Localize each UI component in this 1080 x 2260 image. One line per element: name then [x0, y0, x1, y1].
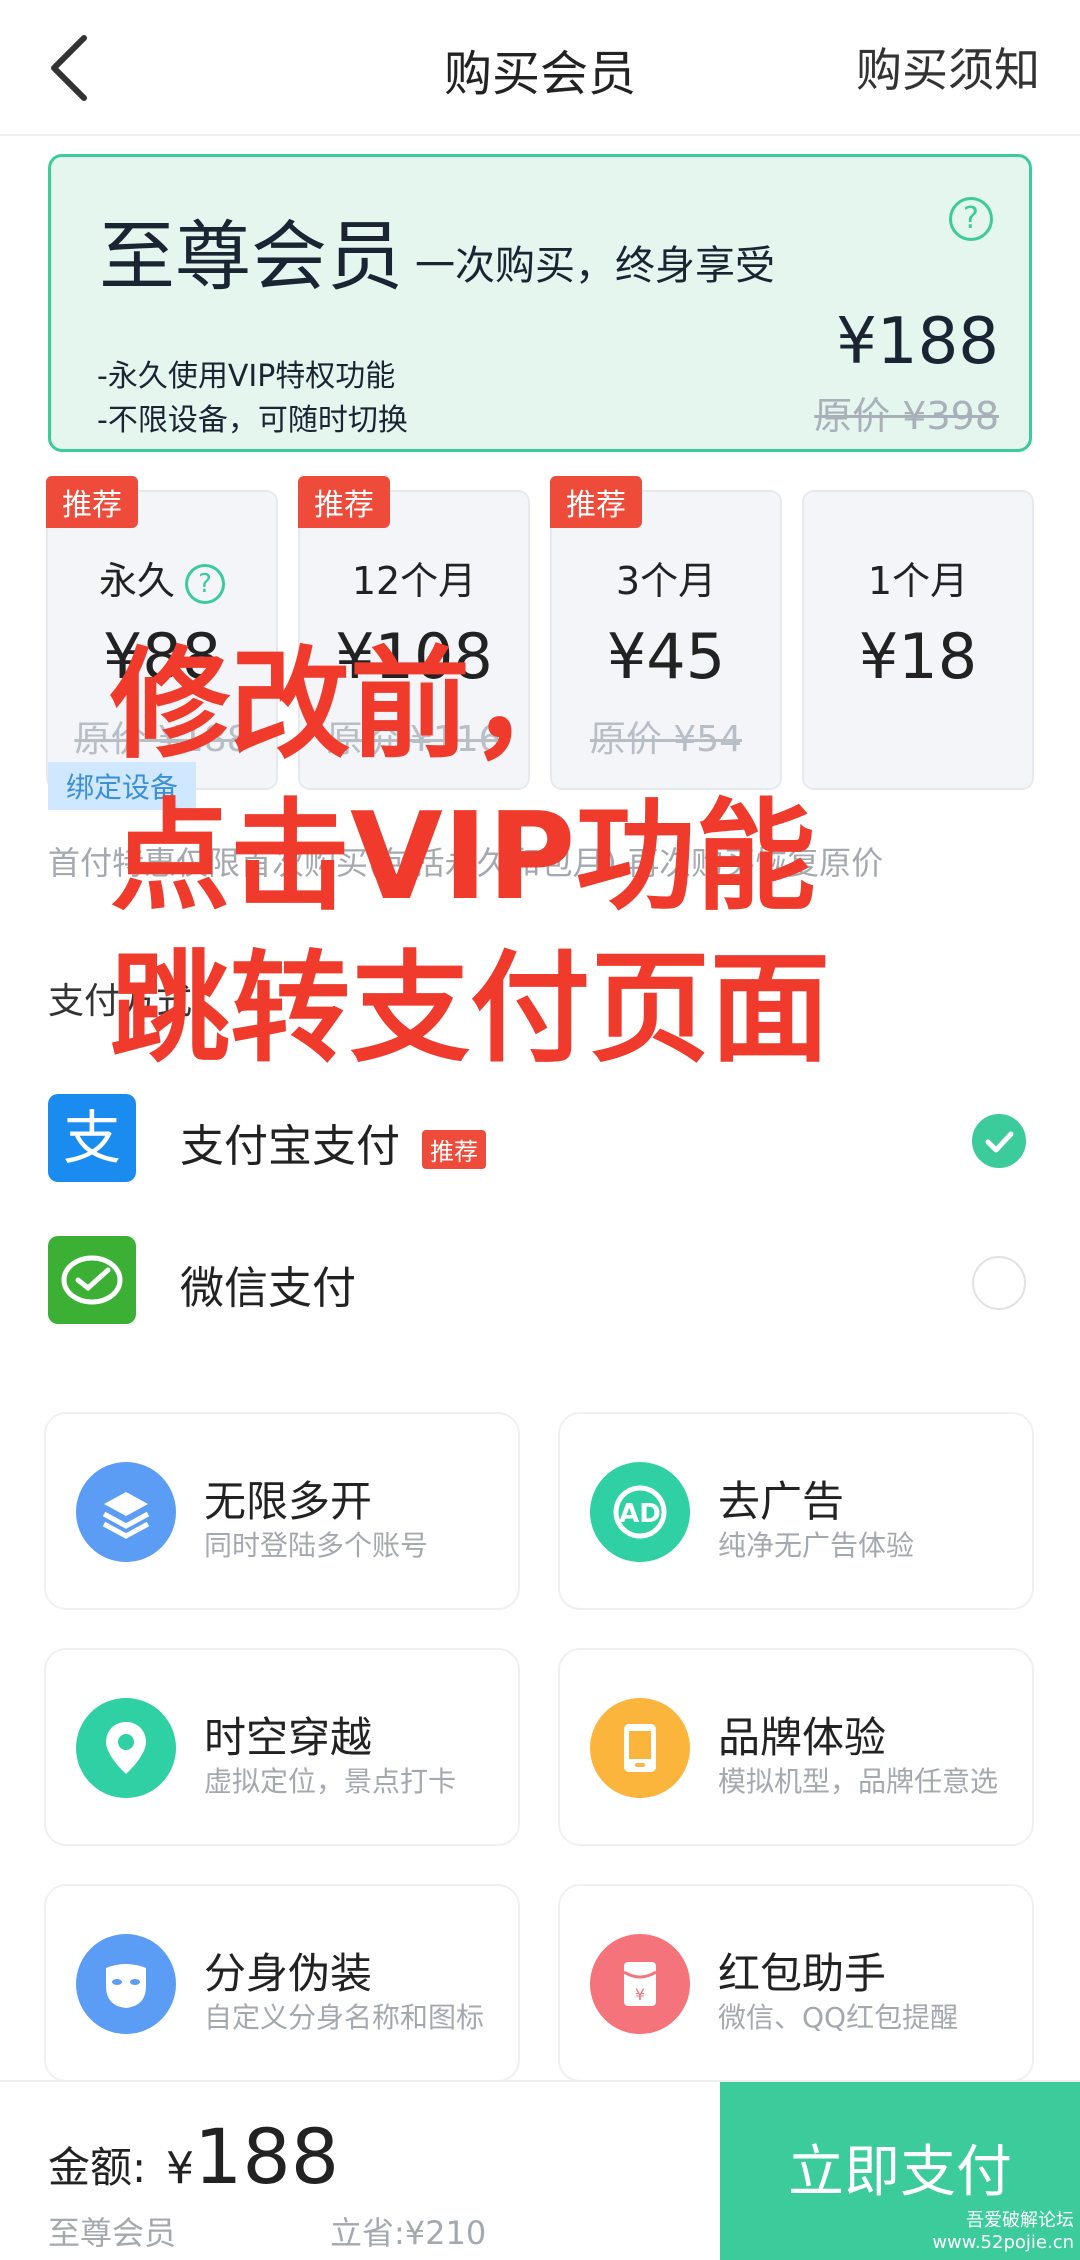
feature-title: 无限多开 [204, 1477, 373, 1526]
plan-duration: 1个月 [867, 559, 969, 603]
feature-title: 品牌体验 [718, 1713, 887, 1762]
plan-original-price: 原价 ¥54 [589, 719, 743, 760]
check-icon [985, 1131, 1014, 1153]
feature-title: 分身伪装 [204, 1949, 373, 1998]
feature-subtitle: 微信、QQ红包提醒 [718, 2001, 959, 2034]
radio-selected[interactable] [972, 1114, 1026, 1168]
payment-name: 支付宝支付 推荐 [180, 1110, 486, 1174]
plan-price: ¥45 [606, 620, 726, 693]
recommend-badge: 推荐 [298, 476, 390, 528]
amount-number: 188 [194, 2112, 340, 2201]
feature-subtitle: 模拟机型，品牌任意选 [718, 1765, 999, 1798]
saved-amount: 立省:¥210 [330, 2214, 487, 2252]
recommend-badge: 推荐 [550, 476, 642, 528]
svg-text:¥: ¥ [635, 1985, 645, 2004]
feature-title: 红包助手 [718, 1949, 887, 1998]
plan-card-3-months[interactable]: 推荐 3个月 ¥45 原价 ¥54 [550, 476, 782, 790]
plan-original-price: 原价 ¥116 [326, 719, 502, 760]
first-purchase-tip: 首付特惠仅限首次购买(包括永久和包月),再次购买恢复原价 [48, 844, 884, 882]
recommend-badge: 推荐 [46, 476, 138, 528]
phone-icon [590, 1698, 690, 1798]
svg-text:支: 支 [63, 1104, 121, 1172]
location-icon [76, 1698, 176, 1798]
payment-name: 微信支付 [180, 1263, 356, 1314]
payment-method-label: 支付方式 [48, 981, 193, 1022]
ad-icon: AD [590, 1462, 690, 1562]
annotation-line: 跳转支付页面 [110, 940, 830, 1079]
premium-name: 至尊会员 [99, 212, 403, 301]
help-icon[interactable]: ? [185, 563, 225, 604]
currency-symbol: ¥ [166, 2143, 194, 2194]
premium-feature: -永久使用VIP特权功能 [97, 359, 396, 394]
plan-price: ¥18 [858, 620, 978, 693]
amount-value: ¥188 [166, 2112, 339, 2201]
feature-title: 去广告 [718, 1477, 845, 1526]
wechat-pay-icon [48, 1236, 136, 1324]
plan-options: 推荐 永久? ¥88 原价 ¥188 绑定设备 推荐 12个月 ¥108 原价 … [46, 476, 1036, 810]
plan-duration: 3个月 [615, 559, 717, 603]
feature-subtitle: 自定义分身名称和图标 [204, 2001, 485, 2034]
svg-text:AD: AD [619, 1499, 661, 1529]
feature-card-red-packet[interactable]: ¥ 红包助手 微信、QQ红包提醒 [558, 1884, 1034, 2082]
selected-plan-name: 至尊会员 [48, 2214, 177, 2252]
feature-card-brand[interactable]: 品牌体验 模拟机型，品牌任意选 [558, 1648, 1034, 1846]
payment-option-wechat[interactable]: 微信支付 [48, 1228, 1032, 1328]
forum-watermark-name: 吾爱破解论坛 [966, 2210, 1074, 2231]
plan-price: ¥108 [335, 620, 493, 693]
plan-duration-label: 永久 [98, 559, 175, 603]
plan-duration: 永久? [48, 550, 276, 605]
header-bar: 购买会员 购买须知 [0, 0, 1080, 136]
bottom-pay-bar: 金额: ¥188 至尊会员 立省:¥210 立即支付 吾爱破解论坛 www.52… [0, 2080, 1080, 2260]
purchase-membership-page: 购买会员 购买须知 至尊会员 一次购买，终身享受 ? -永久使用VIP特权功能 … [0, 0, 1080, 2260]
payment-option-alipay[interactable]: 支 支付宝支付 推荐 [48, 1086, 1032, 1186]
forum-watermark: 吾爱破解论坛 www.52pojie.cn [932, 2210, 1074, 2254]
plan-card-1-month[interactable]: 1个月 ¥18 [802, 490, 1034, 790]
payment-name-label: 支付宝支付 [180, 1121, 400, 1172]
feature-subtitle: 纯净无广告体验 [718, 1529, 915, 1562]
alipay-icon: 支 [48, 1094, 136, 1182]
feature-card-location[interactable]: 时空穿越 虚拟定位，景点打卡 [44, 1648, 520, 1846]
feature-subtitle: 虚拟定位，景点打卡 [204, 1765, 457, 1798]
premium-price: ¥188 [836, 305, 999, 379]
red-packet-icon: ¥ [590, 1934, 690, 2034]
amount-label: 金额: [48, 2143, 147, 2192]
premium-original-price: 原价 ¥398 [814, 394, 999, 438]
recommend-badge: 推荐 [422, 1129, 486, 1169]
help-icon[interactable]: ? [949, 197, 993, 241]
plan-card-forever[interactable]: 推荐 永久? ¥88 原价 ¥188 绑定设备 [46, 476, 278, 810]
purchase-notice-link[interactable]: 购买须知 [856, 34, 1040, 100]
feature-card-no-ads[interactable]: AD 去广告 纯净无广告体验 [558, 1412, 1034, 1610]
plan-duration: 12个月 [351, 559, 477, 603]
feature-card-multi-open[interactable]: 无限多开 同时登陆多个账号 [44, 1412, 520, 1610]
premium-feature: -不限设备，可随时切换 [97, 403, 408, 438]
plan-original-price: 原价 ¥188 [74, 719, 250, 760]
feature-card-disguise[interactable]: 分身伪装 自定义分身名称和图标 [44, 1884, 520, 2082]
premium-slogan: 一次购买，终身享受 [415, 243, 775, 289]
plan-price: ¥88 [102, 620, 222, 693]
plan-card-12-months[interactable]: 推荐 12个月 ¥108 原价 ¥116 [298, 476, 530, 790]
forum-watermark-url: www.52pojie.cn [932, 2232, 1074, 2253]
premium-plan-card[interactable]: 至尊会员 一次购买，终身享受 ? -永久使用VIP特权功能 -不限设备，可随时切… [48, 154, 1032, 452]
layers-icon [76, 1462, 176, 1562]
feature-title: 时空穿越 [204, 1713, 373, 1762]
feature-subtitle: 同时登陆多个账号 [204, 1529, 429, 1562]
radio-unselected[interactable] [972, 1256, 1026, 1310]
bind-device-tag: 绑定设备 [48, 762, 197, 810]
mask-icon [76, 1934, 176, 2034]
